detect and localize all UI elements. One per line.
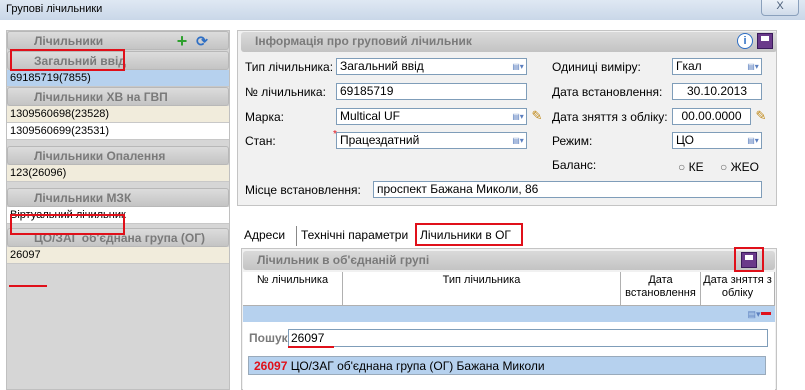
- search-result-item[interactable]: 26097 ЦО/ЗАГ об'єднана група (ОГ) Бажана…: [248, 356, 766, 375]
- list-item[interactable]: 69185719(7855): [7, 70, 229, 87]
- info-icon[interactable]: i: [737, 33, 753, 49]
- column-header-line: Дата зняття з: [703, 274, 772, 286]
- meters-header: Лічильники + ⟳: [7, 31, 229, 50]
- tab-tech-params[interactable]: Технічні параметри: [296, 226, 408, 246]
- remove-date-label: Дата зняття з обліку:: [552, 110, 668, 124]
- window-titlebar: Групові лічильники X: [0, 0, 805, 20]
- group-header-label: Лічильники Опалення: [34, 149, 166, 163]
- list-item[interactable]: 123(26096): [7, 165, 229, 182]
- add-icon[interactable]: +: [174, 32, 190, 50]
- highlight-frame: [415, 223, 523, 246]
- remove-date-field[interactable]: 00.00.0000: [672, 108, 751, 125]
- refresh-icon[interactable]: ⟳: [194, 33, 210, 49]
- number-label: № лічильника:: [245, 85, 326, 99]
- search-label: Пошук:: [249, 331, 292, 345]
- column-header-type[interactable]: Тип лічильника: [343, 272, 621, 306]
- place-label: Місце встановлення:: [245, 183, 361, 197]
- dropdown-icon[interactable]: ▤▾: [512, 111, 524, 122]
- meters-header-label: Лічильники: [34, 34, 104, 48]
- edit-icon[interactable]: ✎: [529, 108, 545, 124]
- column-header-line: встановлення: [625, 287, 696, 299]
- install-date-field[interactable]: 30.10.2013: [672, 83, 762, 100]
- units-select[interactable]: Гкал ▤▾: [672, 58, 762, 75]
- add-row-bar: ▤▾: [243, 306, 775, 322]
- meters-panel: Лічильники + ⟳ Загальний ввід 69185719(7…: [6, 30, 230, 390]
- highlight-underline: [288, 346, 334, 348]
- radio-zheo[interactable]: ○ ЖЕО: [720, 160, 759, 174]
- balance-label: Баланс:: [552, 158, 597, 172]
- mode-label: Режим:: [552, 134, 593, 148]
- column-header-number[interactable]: № лічильника: [243, 272, 343, 306]
- radio-ke-label: КЕ: [688, 160, 704, 174]
- brand-label: Марка:: [245, 110, 284, 124]
- info-header: Інформація про груповий лічильник i: [241, 32, 777, 52]
- close-button[interactable]: X: [761, 0, 799, 16]
- save-icon[interactable]: [757, 33, 773, 49]
- list-item[interactable]: 1309560699(23531): [7, 123, 229, 140]
- og-header: Лічильник в об'єднаній групі: [243, 251, 775, 270]
- og-header-label: Лічильник в об'єднаній групі: [257, 253, 430, 267]
- place-field[interactable]: проспект Бажана Миколи, 86: [373, 181, 762, 198]
- group-header-label: Лічильники МЗК: [34, 191, 132, 205]
- brand-select[interactable]: Multical UF ▤▾: [336, 108, 527, 125]
- number-field[interactable]: 69185719: [336, 83, 527, 100]
- state-value: Працездатний: [340, 133, 420, 147]
- brand-value: Multical UF: [340, 109, 401, 123]
- search-input[interactable]: 26097: [288, 329, 768, 347]
- column-header-line: обліку: [721, 287, 754, 299]
- highlight-frame: [10, 49, 125, 71]
- edit-icon[interactable]: ✎: [753, 108, 769, 124]
- state-label: Стан:: [245, 134, 276, 148]
- install-date-label: Дата встановлення:: [552, 85, 663, 99]
- units-value: Гкал: [676, 59, 702, 73]
- column-header-install-date[interactable]: Дата встановлення: [621, 272, 701, 306]
- list-item[interactable]: 1309560698(23528): [7, 106, 229, 123]
- list-item[interactable]: 26097: [7, 247, 229, 264]
- highlight-frame: [734, 247, 764, 272]
- column-header-remove-date[interactable]: Дата зняття з обліку: [701, 272, 775, 306]
- group-header-cold-water[interactable]: Лічильники ХВ на ГВП: [7, 87, 229, 106]
- dropdown-icon[interactable]: ▤▾: [747, 308, 761, 320]
- units-label: Одиниці виміру:: [552, 60, 641, 74]
- highlight-underline: [9, 285, 47, 287]
- radio-zheo-label: ЖЕО: [730, 160, 760, 174]
- dropdown-icon[interactable]: ▤▾: [747, 61, 759, 72]
- state-select[interactable]: Працездатний ▤▾: [336, 132, 527, 149]
- mode-value: ЦО: [676, 133, 694, 147]
- group-header-mzk[interactable]: Лічильники МЗК: [7, 188, 229, 207]
- result-text: ЦО/ЗАГ об'єднана група (ОГ) Бажана Микол…: [287, 359, 545, 373]
- mode-select[interactable]: ЦО ▤▾: [672, 132, 762, 149]
- dropdown-icon[interactable]: ▤▾: [512, 135, 524, 146]
- info-header-label: Інформація про груповий лічильник: [255, 34, 472, 48]
- group-header-label: Лічильники ХВ на ГВП: [34, 90, 168, 104]
- highlight-frame: [10, 214, 125, 235]
- type-select[interactable]: Загальний ввід ▤▾: [336, 58, 527, 75]
- remove-icon[interactable]: [761, 312, 771, 315]
- window-title: Групові лічильники: [6, 3, 103, 15]
- column-header-line: Дата: [648, 274, 673, 286]
- dropdown-icon[interactable]: ▤▾: [512, 61, 524, 72]
- tab-addresses[interactable]: Адреси: [244, 226, 285, 246]
- radio-ke[interactable]: ○ КЕ: [678, 160, 704, 174]
- type-label: Тип лічильника:: [245, 60, 334, 74]
- group-header-heating[interactable]: Лічильники Опалення: [7, 146, 229, 165]
- dropdown-icon[interactable]: ▤▾: [747, 135, 759, 146]
- result-code: 26097: [254, 359, 288, 373]
- type-value: Загальний ввід: [340, 59, 424, 73]
